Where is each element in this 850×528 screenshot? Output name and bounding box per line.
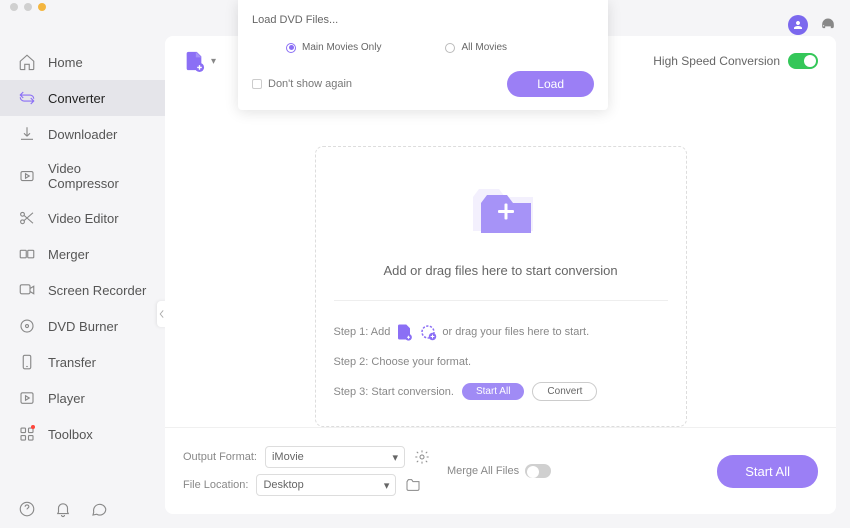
download-icon [18, 125, 36, 143]
sidebar-item-toolbox[interactable]: Toolbox [0, 416, 165, 452]
window-close-button[interactable] [10, 3, 18, 11]
sidebar: Home Converter Downloader Video Compress… [0, 36, 165, 528]
add-file-mini-icon [394, 322, 414, 342]
sidebar-item-transfer[interactable]: Transfer [0, 344, 165, 380]
chevron-down-icon: ▾ [211, 56, 216, 67]
sidebar-item-compressor[interactable]: Video Compressor [0, 152, 165, 200]
convert-pill: Convert [532, 382, 597, 401]
merge-all-files: Merge All Files [447, 464, 551, 478]
scissors-icon [18, 209, 36, 227]
checkbox-icon [252, 79, 262, 89]
step-3: Step 3: Start conversion. Start All Conv… [334, 375, 668, 408]
folder-graphic-icon [451, 175, 551, 245]
file-location-label: File Location: [183, 479, 248, 491]
sidebar-label: Converter [48, 91, 105, 106]
radio-all-movies[interactable]: All Movies [445, 42, 507, 53]
sidebar-label: Video Editor [48, 211, 119, 226]
sidebar-item-merger[interactable]: Merger [0, 236, 165, 272]
step-1: Step 1: Add or drag your files here to s… [334, 315, 668, 349]
dropzone[interactable]: Add or drag files here to start conversi… [315, 146, 687, 427]
home-icon [18, 53, 36, 71]
radio-icon [286, 43, 296, 53]
output-format-label: Output Format: [183, 451, 257, 463]
add-circle-mini-icon [418, 322, 438, 342]
start-all-button[interactable]: Start All [717, 455, 818, 488]
high-speed-conversion: High Speed Conversion [653, 53, 818, 69]
settings-gear-icon[interactable] [413, 448, 431, 466]
sidebar-label: Screen Recorder [48, 283, 146, 298]
dropzone-steps: Step 1: Add or drag your files here to s… [334, 300, 668, 408]
load-button[interactable]: Load [507, 71, 594, 97]
recorder-icon [18, 281, 36, 299]
footer-bar: Output Format: iMovie▾ File Location: De… [165, 427, 836, 514]
sidebar-item-converter[interactable]: Converter [0, 80, 165, 116]
grid-icon [18, 425, 36, 443]
sidebar-item-dvd-burner[interactable]: DVD Burner [0, 308, 165, 344]
dialog-title: Load DVD Files... [252, 14, 594, 26]
sidebar-label: Downloader [48, 127, 117, 142]
converter-icon [18, 89, 36, 107]
window-maximize-button[interactable] [38, 3, 46, 11]
sidebar-item-home[interactable]: Home [0, 44, 165, 80]
sidebar-label: Home [48, 55, 83, 70]
transfer-icon [18, 353, 36, 371]
file-location-select[interactable]: Desktop▾ [256, 474, 396, 496]
dropzone-text: Add or drag files here to start conversi… [334, 263, 668, 278]
output-format-select[interactable]: iMovie▾ [265, 446, 405, 468]
sidebar-item-player[interactable]: Player [0, 380, 165, 416]
help-icon[interactable] [18, 500, 36, 518]
sidebar-label: Merger [48, 247, 89, 262]
radio-main-movies[interactable]: Main Movies Only [286, 42, 381, 53]
sidebar-label: Toolbox [48, 427, 93, 442]
start-all-pill: Start All [462, 383, 524, 400]
sidebar-label: Transfer [48, 355, 96, 370]
dont-show-checkbox[interactable]: Don't show again [252, 78, 352, 90]
sidebar-item-downloader[interactable]: Downloader [0, 116, 165, 152]
step-2: Step 2: Choose your format. [334, 349, 668, 375]
sidebar-label: Player [48, 391, 85, 406]
window-minimize-button[interactable] [24, 3, 32, 11]
add-file-button[interactable]: ▾ [183, 50, 216, 72]
sidebar-item-editor[interactable]: Video Editor [0, 200, 165, 236]
user-account-icon[interactable] [788, 15, 808, 35]
hsc-toggle[interactable] [788, 53, 818, 69]
sidebar-label: Video Compressor [48, 161, 147, 191]
hsc-label: High Speed Conversion [653, 54, 780, 68]
merger-icon [18, 245, 36, 263]
merge-toggle[interactable] [525, 464, 551, 478]
sidebar-label: DVD Burner [48, 319, 118, 334]
radio-icon [445, 43, 455, 53]
folder-open-icon[interactable] [404, 476, 422, 494]
sidebar-item-recorder[interactable]: Screen Recorder [0, 272, 165, 308]
support-headset-icon[interactable] [818, 15, 838, 35]
feedback-icon[interactable] [90, 500, 108, 518]
disc-icon [18, 317, 36, 335]
play-icon [18, 389, 36, 407]
compressor-icon [18, 167, 36, 185]
merge-label: Merge All Files [447, 465, 519, 477]
load-dvd-dialog: Load DVD Files... Main Movies Only All M… [238, 0, 608, 110]
sidebar-bottom-icons [18, 500, 108, 518]
bell-icon[interactable] [54, 500, 72, 518]
